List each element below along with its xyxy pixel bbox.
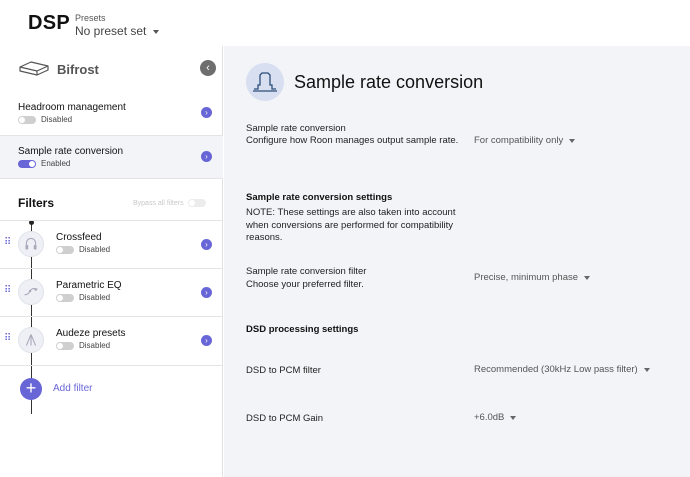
presets-dropdown[interactable]: No preset set: [75, 24, 160, 38]
main-panel: Sample rate conversion Sample rate conve…: [224, 46, 690, 477]
src-toggle[interactable]: [18, 159, 36, 168]
bypass-label: Bypass all filters: [133, 199, 184, 207]
bypass-toggle[interactable]: [187, 199, 206, 207]
crossfeed-toggle-row: Disabled: [56, 245, 110, 254]
chevron-right-icon[interactable]: ›: [201, 287, 212, 298]
peq-toggle-row: Disabled: [56, 293, 110, 302]
sample-rate-icon: [246, 63, 284, 101]
filter-label: Audeze presets: [56, 328, 126, 339]
filter-label: Parametric EQ: [56, 280, 122, 291]
crossfeed-toggle[interactable]: [56, 245, 74, 254]
headroom-toggle-row: Disabled: [18, 115, 72, 124]
device-name: Bifrost: [57, 62, 99, 77]
filters-heading: Filters: [18, 196, 55, 210]
crossfeed-status: Disabled: [79, 245, 111, 254]
dsd-filter-value: Recommended (30kHz Low pass filter): [474, 364, 638, 375]
dsd-gain-label: DSD to PCM Gain: [246, 413, 324, 424]
filter-crossfeed[interactable]: ⠿ Crossfeed Disabled ›: [0, 221, 223, 269]
chevron-down-icon: [569, 138, 576, 143]
dsd-gain-dropdown[interactable]: +6.0dB: [474, 412, 517, 423]
src-setting-description: Configure how Roon manages output sample…: [246, 135, 459, 146]
add-filter-button[interactable]: +: [20, 378, 42, 400]
filter-label: Crossfeed: [56, 232, 102, 243]
chevron-right-icon[interactable]: ›: [201, 335, 212, 346]
chevron-right-icon[interactable]: ›: [201, 151, 212, 162]
chevron-down-icon: [510, 415, 517, 420]
src-filter-title: Sample rate conversion filter: [246, 266, 367, 277]
divider: [0, 365, 223, 366]
src-filter-dropdown[interactable]: Precise, minimum phase: [474, 272, 591, 283]
dsd-heading: DSD processing settings: [246, 324, 359, 335]
device-header: Bifrost ‹: [0, 46, 223, 90]
sidebar: Bifrost ‹ Headroom management Disabled ›…: [0, 46, 223, 477]
chevron-down-icon: [643, 367, 650, 372]
chevron-down-icon: [153, 29, 160, 34]
headroom-status: Disabled: [41, 115, 73, 124]
audeze-logo-icon: [18, 327, 44, 353]
filter-parametric-eq[interactable]: ⠿ Parametric EQ Disabled ›: [0, 269, 223, 317]
dsd-gain-value: +6.0dB: [474, 412, 505, 423]
presets-value: No preset set: [75, 24, 147, 38]
src-status: Enabled: [41, 159, 71, 168]
header: DSP Presets No preset set: [0, 0, 690, 46]
chevron-left-icon: ‹: [206, 62, 210, 74]
src-mode-dropdown[interactable]: For compatibility only: [474, 135, 576, 146]
src-mode-value: For compatibility only: [474, 135, 564, 146]
sidebar-item-label: Sample rate conversion: [18, 146, 124, 157]
audeze-status: Disabled: [79, 341, 111, 350]
plus-icon: +: [25, 378, 37, 398]
drag-handle-icon[interactable]: ⠿: [4, 238, 11, 248]
add-filter-label[interactable]: Add filter: [53, 383, 92, 394]
filter-audeze-presets[interactable]: ⠿ Audeze presets Disabled ›: [0, 317, 223, 365]
dsd-filter-label: DSD to PCM filter: [246, 365, 321, 376]
src-filter-value: Precise, minimum phase: [474, 272, 579, 283]
peq-status: Disabled: [79, 293, 111, 302]
src-settings-note: NOTE: These settings are also taken into…: [246, 207, 456, 243]
chevron-right-icon[interactable]: ›: [201, 107, 212, 118]
peq-toggle[interactable]: [56, 293, 74, 302]
headroom-toggle[interactable]: [18, 115, 36, 124]
chevron-right-icon[interactable]: ›: [201, 239, 212, 250]
dsd-filter-dropdown[interactable]: Recommended (30kHz Low pass filter): [474, 364, 650, 375]
chevron-down-icon: [584, 275, 591, 280]
src-setting-title: Sample rate conversion: [246, 123, 346, 134]
page-title: DSP: [28, 12, 71, 34]
drag-handle-icon[interactable]: ⠿: [4, 334, 11, 344]
src-toggle-row: Enabled: [18, 159, 70, 168]
sidebar-item-headroom[interactable]: Headroom management Disabled ›: [0, 92, 223, 134]
drag-handle-icon[interactable]: ⠿: [4, 286, 11, 296]
presets-label: Presets: [75, 13, 106, 23]
src-settings-heading: Sample rate conversion settings: [246, 192, 393, 203]
audeze-toggle-row: Disabled: [56, 341, 110, 350]
bypass-all-filters[interactable]: Bypass all filters: [133, 199, 206, 207]
src-filter-description: Choose your preferred filter.: [246, 279, 364, 290]
sidebar-item-sample-rate[interactable]: Sample rate conversion Enabled ›: [0, 136, 223, 178]
audeze-toggle[interactable]: [56, 341, 74, 350]
section-title: Sample rate conversion: [294, 72, 484, 92]
divider: [0, 178, 223, 179]
eq-curve-icon: [18, 279, 44, 305]
headphones-icon: [18, 231, 44, 257]
sidebar-item-label: Headroom management: [18, 102, 126, 113]
back-button[interactable]: ‹: [200, 60, 216, 76]
dac-device-icon: [19, 61, 49, 76]
